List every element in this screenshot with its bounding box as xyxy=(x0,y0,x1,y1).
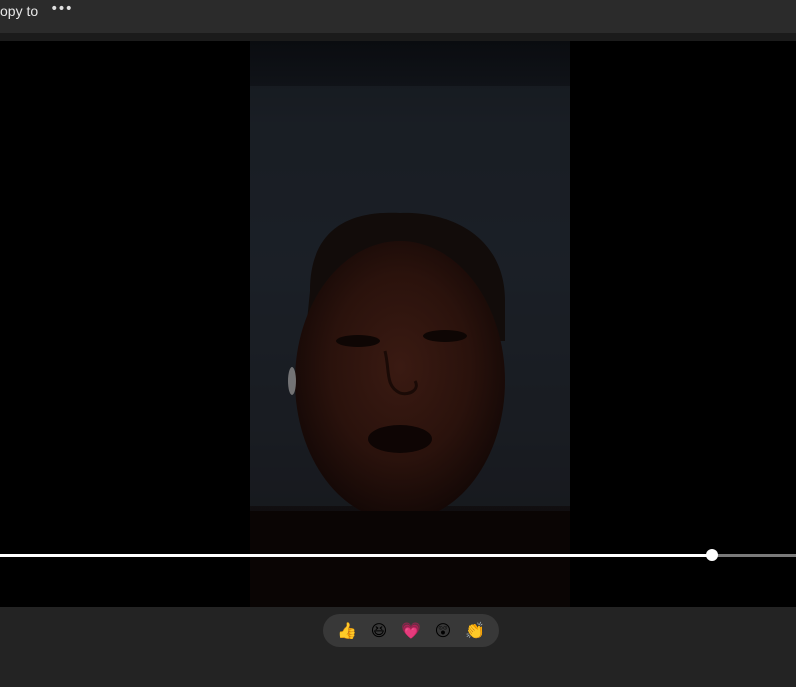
heart-icon[interactable]: 💗 xyxy=(400,620,422,642)
laughing-icon[interactable]: 😆 xyxy=(368,620,390,642)
seek-thumb[interactable] xyxy=(706,549,719,561)
clapping-icon[interactable]: 👏 xyxy=(464,620,486,642)
thumbs-up-icon[interactable]: 👍 xyxy=(336,620,358,642)
toolbar-divider xyxy=(0,33,796,41)
seek-bar-played xyxy=(0,554,713,557)
video-frame xyxy=(250,41,570,607)
bottom-bar: 👍 😆 💗 😲 👏 xyxy=(0,607,796,687)
seek-bar[interactable] xyxy=(0,549,796,561)
video-content-image xyxy=(250,86,570,607)
copy-to-button[interactable]: opy to xyxy=(0,3,38,19)
top-toolbar: opy to ••• xyxy=(0,0,796,33)
more-options-icon[interactable]: ••• xyxy=(49,0,73,22)
video-player[interactable] xyxy=(0,41,796,607)
surprised-icon[interactable]: 😲 xyxy=(432,620,454,642)
reaction-tray: 👍 😆 💗 😲 👏 xyxy=(323,614,499,647)
